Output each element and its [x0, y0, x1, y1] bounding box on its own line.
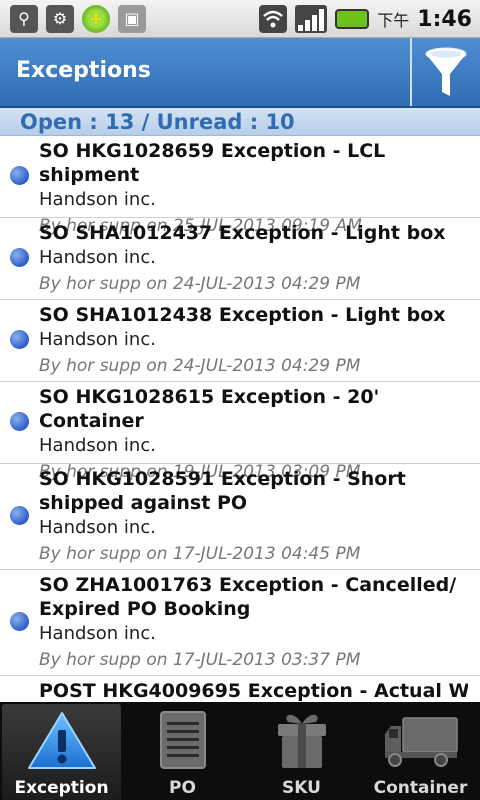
warning-icon [27, 712, 96, 769]
tab-sku[interactable]: SKU [242, 702, 361, 800]
summary-bar: Open : 13 / Unread : 10 [0, 108, 480, 136]
usb-icon: ⚲ [10, 5, 38, 33]
tab-po[interactable]: PO [123, 702, 242, 800]
list-item[interactable]: POST HKG4009695 Exception - Actual W/H [0, 676, 480, 702]
item-meta: By hor supp on 17-JUL-2013 03:37 PM [39, 650, 361, 670]
item-meta: By hor supp on 24-JUL-2013 04:29 PM [39, 356, 361, 376]
item-title: SO SHA1012437 Exception - Light box [39, 222, 446, 244]
list-item[interactable]: SO HKG1028659 Exception - LCL shipment H… [0, 136, 480, 236]
add-app-icon: + [82, 5, 110, 33]
item-company: Handson inc. [39, 189, 156, 210]
gallery-icon: ▣ [118, 5, 146, 33]
item-meta: By hor supp on 17-JUL-2013 04:45 PM [39, 544, 361, 564]
signal-icon [295, 5, 328, 33]
unread-dot-icon [10, 612, 29, 631]
truck-icon [384, 717, 458, 767]
app-header: Exceptions [0, 38, 480, 108]
list-item[interactable]: SO HKG1028615 Exception - 20' Container … [0, 382, 480, 482]
item-meta: By hor supp on 24-JUL-2013 04:29 PM [39, 274, 361, 294]
tab-label: PO [169, 778, 196, 798]
wifi-icon [259, 5, 288, 33]
item-title: SO HKG1028659 Exception - LCL shipment [39, 140, 386, 186]
android-debug-icon: ⚙ [46, 5, 74, 33]
item-title: POST HKG4009695 Exception - Actual W/H [39, 680, 468, 702]
item-company: Handson inc. [39, 247, 156, 268]
list-item[interactable]: SO SHA1012437 Exception - Light box Hand… [0, 218, 480, 300]
document-icon [159, 711, 206, 769]
tab-exception[interactable]: Exception [2, 704, 121, 800]
item-title: SO ZHA1001763 Exception - Cancelled/ Exp… [39, 574, 457, 620]
exception-list[interactable]: SO HKG1028659 Exception - LCL shipment H… [0, 136, 480, 702]
tab-container[interactable]: Container [361, 702, 480, 800]
unread-dot-icon [10, 248, 29, 267]
gift-box-icon [277, 714, 326, 768]
item-company: Handson inc. [39, 329, 156, 350]
item-title: SO SHA1012438 Exception - Light box [39, 304, 446, 326]
status-bar: ⚲ ⚙ + ▣ 下午 1:46 [0, 0, 480, 38]
page-title: Exceptions [16, 58, 151, 83]
bottom-tab-bar: Exception PO SKU Container [0, 702, 480, 800]
unread-dot-icon [10, 506, 29, 525]
filter-funnel-icon [425, 47, 467, 96]
clock-ampm: 下午 [377, 11, 410, 30]
item-title: SO HKG1028615 Exception - 20' Container [39, 386, 380, 432]
list-item[interactable]: SO SHA1012438 Exception - Light box Hand… [0, 300, 480, 382]
battery-icon [335, 9, 370, 29]
unread-dot-icon [10, 166, 29, 185]
system-icons: 下午 1:46 [259, 3, 472, 35]
list-item[interactable]: SO ZHA1001763 Exception - Cancelled/ Exp… [0, 570, 480, 676]
item-company: Handson inc. [39, 623, 156, 644]
unread-dot-icon [10, 412, 29, 431]
tab-label: SKU [282, 778, 321, 798]
tab-label: Exception [14, 778, 109, 798]
unread-dot-icon [10, 330, 29, 349]
notification-icons: ⚲ ⚙ + ▣ [10, 4, 146, 34]
tab-label: Container [373, 778, 468, 798]
clock-time: 1:46 [417, 6, 472, 32]
filter-button[interactable] [410, 38, 480, 106]
item-title: SO HKG1028591 Exception - Short shipped … [39, 468, 406, 514]
list-item[interactable]: SO HKG1028591 Exception - Short shipped … [0, 464, 480, 570]
item-company: Handson inc. [39, 435, 156, 456]
open-unread-summary: Open : 13 / Unread : 10 [20, 110, 295, 134]
item-company: Handson inc. [39, 517, 156, 538]
